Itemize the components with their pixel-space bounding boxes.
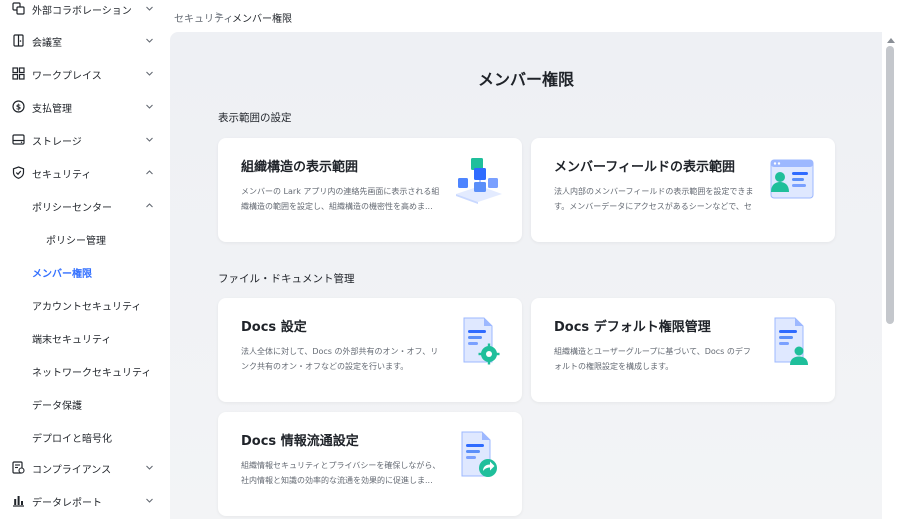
section-title-visibility: 表示範囲の設定: [218, 112, 292, 124]
scroll-up-arrow-icon[interactable]: [887, 38, 895, 43]
card-description: メンバーの Lark アプリ内の連絡先画面に表示される組織構造の範囲を設定し、組…: [241, 187, 440, 211]
scrollbar[interactable]: [882, 32, 900, 519]
sidebar-item-member-permissions[interactable]: メンバー権限: [0, 255, 170, 288]
card-member-field-visibility[interactable]: メンバーフィールドの表示範囲 法人内部のメンバーフィールドの表示範囲を設定できま…: [531, 138, 835, 242]
chevron-down-icon: [145, 69, 154, 78]
sidebar-item-label: 支払管理: [32, 104, 72, 115]
member-field-icon: [765, 154, 817, 208]
sidebar-item-label: ネットワークセキュリティ: [32, 368, 152, 379]
sidebar-item-label: アカウントセキュリティ: [32, 302, 142, 313]
sidebar-item-meeting-room[interactable]: 会議室: [0, 24, 170, 57]
card-description: 法人内部のメンバーフィールドの表示範囲を設定できます。メンバーデータにアクセスが…: [554, 187, 754, 211]
sidebar-item-label: コンプライアンス: [32, 465, 112, 476]
breadcrumb-current: メンバー権限: [232, 14, 292, 25]
docs-settings-icon: [452, 314, 504, 368]
chevron-up-icon: [145, 168, 154, 177]
sidebar-item-compliance[interactable]: コンプライアンス: [0, 451, 170, 484]
collaboration-icon: [12, 2, 25, 15]
sidebar-item-label: データレポート: [32, 498, 102, 509]
chevron-down-icon: [145, 496, 154, 505]
report-chart-icon: [12, 494, 25, 507]
sidebar-item-label: ワークプレイス: [32, 71, 102, 82]
sidebar-item-data-report[interactable]: データレポート: [0, 484, 170, 517]
sidebar-item-label: ポリシーセンター: [32, 203, 112, 214]
card-docs-settings[interactable]: Docs 設定 法人全体に対して、Docs の外部共有のオン・オフ、リンク共有の…: [218, 298, 522, 402]
card-org-structure-visibility[interactable]: 組織構造の表示範囲 メンバーの Lark アプリ内の連絡先画面に表示される組織構…: [218, 138, 522, 242]
chevron-down-icon: [145, 102, 154, 111]
card-title: Docs デフォルト権限管理: [554, 320, 711, 335]
card-docs-info-flow[interactable]: Docs 情報流通設定 組織情報セキュリティとプライバシーを確保しながら、社内情…: [218, 412, 522, 516]
sidebar-item-label: メンバー権限: [32, 269, 92, 280]
sidebar-item-storage[interactable]: ストレージ: [0, 123, 170, 156]
chevron-down-icon: [145, 4, 154, 13]
compliance-icon: [12, 461, 25, 474]
sidebar-item-policy-management[interactable]: ポリシー管理: [0, 222, 170, 255]
svg-text:$: $: [16, 102, 21, 111]
sidebar-item-label: 端末セキュリティ: [32, 335, 112, 346]
sidebar-item-policy-center[interactable]: ポリシーセンター: [0, 189, 170, 222]
storage-icon: [12, 133, 25, 146]
sidebar-item-workplace[interactable]: ワークプレイス: [0, 57, 170, 90]
main-content: メンバー権限 表示範囲の設定 組織構造の表示範囲 メンバーの Lark アプリ内…: [170, 32, 882, 519]
card-title: メンバーフィールドの表示範囲: [554, 160, 735, 175]
docs-share-icon: [452, 428, 504, 482]
card-docs-default-permission[interactable]: Docs デフォルト権限管理 組織構造とユーザーグループに基づいて、Docs の…: [531, 298, 835, 402]
payment-icon: $: [12, 100, 25, 113]
section-title-file-document: ファイル・ドキュメント管理: [218, 273, 355, 285]
sidebar-item-label: セキュリティ: [32, 170, 92, 181]
card-description: 組織情報セキュリティとプライバシーを確保しながら、社内情報と知識の効率的な流通を…: [241, 461, 441, 485]
breadcrumb-parent-link[interactable]: セキュリティ: [174, 10, 233, 25]
card-title: Docs 設定: [241, 320, 307, 335]
sidebar-item-device-security[interactable]: 端末セキュリティ: [0, 321, 170, 354]
org-structure-icon: [452, 154, 504, 208]
card-title: Docs 情報流通設定: [241, 434, 359, 449]
sidebar-item-external-collaboration[interactable]: 外部コラボレーション: [0, 0, 170, 25]
sidebar-item-label: ポリシー管理: [46, 236, 106, 247]
workplace-grid-icon: [12, 67, 25, 80]
sidebar: 外部コラボレーション 会議室 ワークプレイス $ 支払管理 ストレージ セキュリ…: [0, 0, 170, 519]
scrollbar-thumb[interactable]: [886, 46, 894, 324]
sidebar-item-label: ストレージ: [32, 137, 82, 148]
breadcrumb-separator: >: [215, 10, 224, 21]
sidebar-item-deploy-encryption[interactable]: デプロイと暗号化: [0, 420, 170, 453]
shield-icon: [12, 166, 25, 179]
sidebar-item-data-protection[interactable]: データ保護: [0, 387, 170, 420]
chevron-down-icon: [145, 463, 154, 472]
sidebar-item-label: 外部コラボレーション: [32, 6, 132, 17]
sidebar-item-payment[interactable]: $ 支払管理: [0, 90, 170, 123]
docs-permission-icon: [765, 314, 817, 368]
sidebar-item-network-security[interactable]: ネットワークセキュリティ: [0, 354, 170, 387]
sidebar-item-security[interactable]: セキュリティ: [0, 156, 170, 189]
card-description: 組織構造とユーザーグループに基づいて、Docs のデフォルトの権限設定を構成しま…: [554, 347, 751, 371]
sidebar-item-account-security[interactable]: アカウントセキュリティ: [0, 288, 170, 321]
page-title: メンバー権限: [477, 70, 574, 89]
sidebar-item-label: デプロイと暗号化: [32, 434, 112, 445]
meeting-room-icon: [12, 34, 25, 47]
breadcrumb: セキュリティ > メンバー権限: [170, 0, 900, 32]
chevron-up-icon: [145, 201, 154, 210]
sidebar-item-label: データ保護: [32, 401, 82, 412]
sidebar-item-label: 会議室: [32, 38, 62, 49]
card-title: 組織構造の表示範囲: [241, 160, 359, 175]
chevron-down-icon: [145, 36, 154, 45]
card-description: 法人全体に対して、Docs の外部共有のオン・オフ、リンク共有のオン・オフなどの…: [241, 347, 439, 371]
chevron-down-icon: [145, 135, 154, 144]
